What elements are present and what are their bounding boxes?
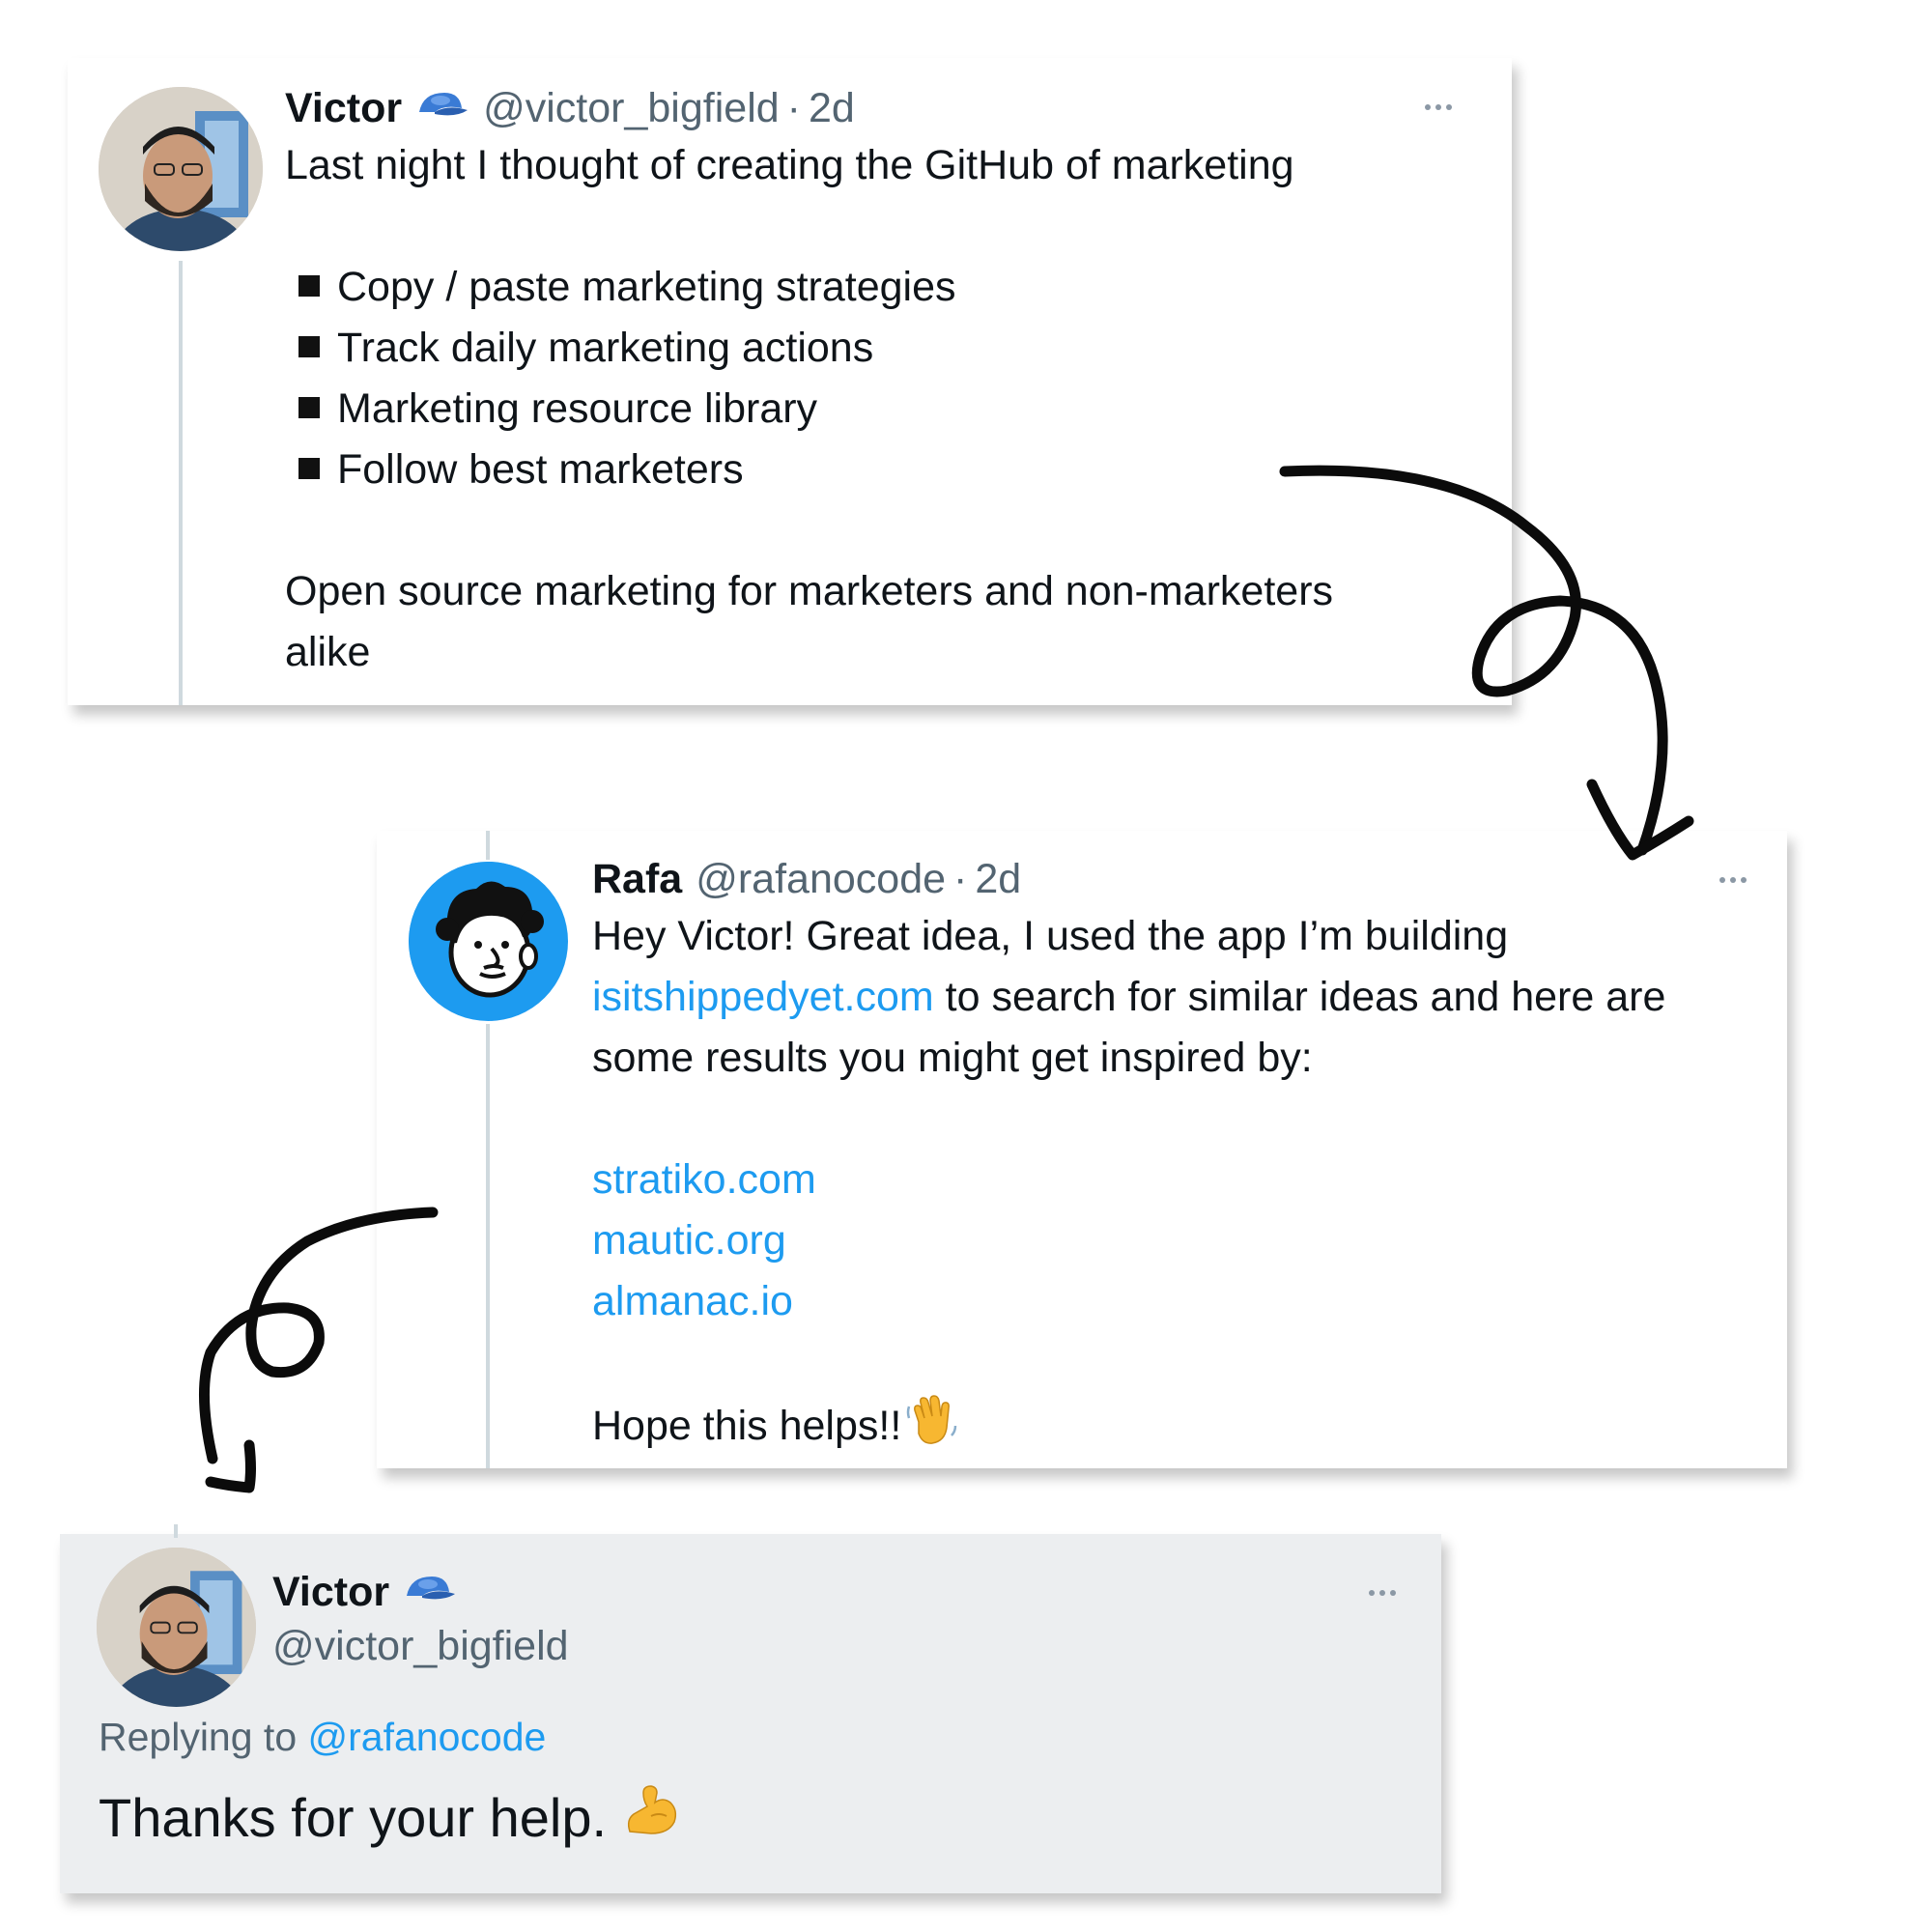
author-handle[interactable]: @victor_bigfield [272,1621,569,1671]
waving-hand-icon [905,1393,959,1464]
victor-photo-icon [99,87,263,251]
replying-prefix: Replying to [99,1715,308,1759]
author-name[interactable]: Victor [285,83,402,133]
tweet-line: some results you might get inspired by: [592,1035,1313,1081]
blue-cap-icon [403,1567,457,1617]
bullet-icon [298,336,320,357]
bullet-icon [298,458,320,479]
author-name[interactable]: Victor [272,1567,389,1617]
avatar[interactable] [99,87,263,251]
canvas: Victor @victor_bigfield · 2d Last night … [0,0,1932,1932]
separator: · [953,856,968,902]
timestamp[interactable]: 2d [809,83,855,133]
author-handle[interactable]: @rafanocode [696,854,946,904]
closing-text: Hope this helps!! [592,1403,902,1449]
list-item: Track daily marketing actions [285,318,1333,379]
replying-to: Replying to @rafanocode [99,1712,546,1762]
list-item-text: Follow best marketers [337,446,744,493]
link-isitshippedyet[interactable]: isitshippedyet.com [592,974,934,1020]
more-icon[interactable] [1425,104,1452,110]
link-almanac[interactable]: almanac.io [592,1271,1665,1332]
bullet-icon [298,275,320,297]
closing-line: Open source marketing for marketers and … [285,568,1334,614]
closing-line: alike [285,629,371,675]
avatar[interactable] [409,862,568,1021]
link-mautic[interactable]: mautic.org [592,1210,1665,1271]
author-name[interactable]: Rafa [592,854,682,904]
list-item: Copy / paste marketing strategies [285,257,1333,318]
tweet-intro: Last night I thought of creating the Git… [285,142,1294,188]
avatar[interactable] [97,1548,256,1707]
reply-text-content: Thanks for your help. [99,1787,622,1848]
link-stratiko[interactable]: stratiko.com [592,1150,1665,1210]
list-item-text: Track daily marketing actions [337,325,874,371]
list-item-text: Marketing resource library [337,385,818,432]
thread-line [174,1524,178,1538]
rafa-cartoon-icon [409,862,567,1020]
flexed-biceps-icon [622,1781,680,1855]
tweet-line-rest: to search for similar ideas and here are [933,974,1666,1020]
separator: · [786,85,801,131]
tweet-card-rafa[interactable]: Rafa @rafanocode · 2d Hey Victor! Great … [377,831,1787,1468]
timestamp[interactable]: 2d [975,854,1021,904]
bullet-icon [298,397,320,418]
tweet-text: Hey Victor! Great idea, I used the app I… [592,906,1665,1464]
more-icon[interactable] [1369,1590,1396,1596]
thread-line [486,831,490,860]
list-item: Marketing resource library [285,379,1333,440]
reply-text: Thanks for your help. [99,1781,680,1855]
tweet-line: Hey Victor! Great idea, I used the app I… [592,913,1509,959]
thread-line [486,1024,490,1468]
replying-handle[interactable]: @rafanocode [308,1712,547,1762]
tweet-text: Last night I thought of creating the Git… [285,135,1333,683]
tweet-card-victor[interactable]: Victor @victor_bigfield · 2d Last night … [68,58,1512,705]
blue-cap-icon [415,83,469,133]
thread-line [179,261,183,705]
list-item: Follow best marketers [285,440,1333,500]
victor-photo-icon [97,1548,256,1707]
tweet-line: isitshippedyet.com to search for similar… [592,967,1665,1028]
list-item-text: Copy / paste marketing strategies [337,264,956,310]
author-handle[interactable]: @victor_bigfield [483,83,780,133]
closing-line: Hope this helps!! [592,1393,1665,1464]
more-icon[interactable] [1719,877,1747,883]
tweet-card-victor-reply[interactable]: Victor @victor_bigfield Replying to @raf… [60,1524,1441,1893]
